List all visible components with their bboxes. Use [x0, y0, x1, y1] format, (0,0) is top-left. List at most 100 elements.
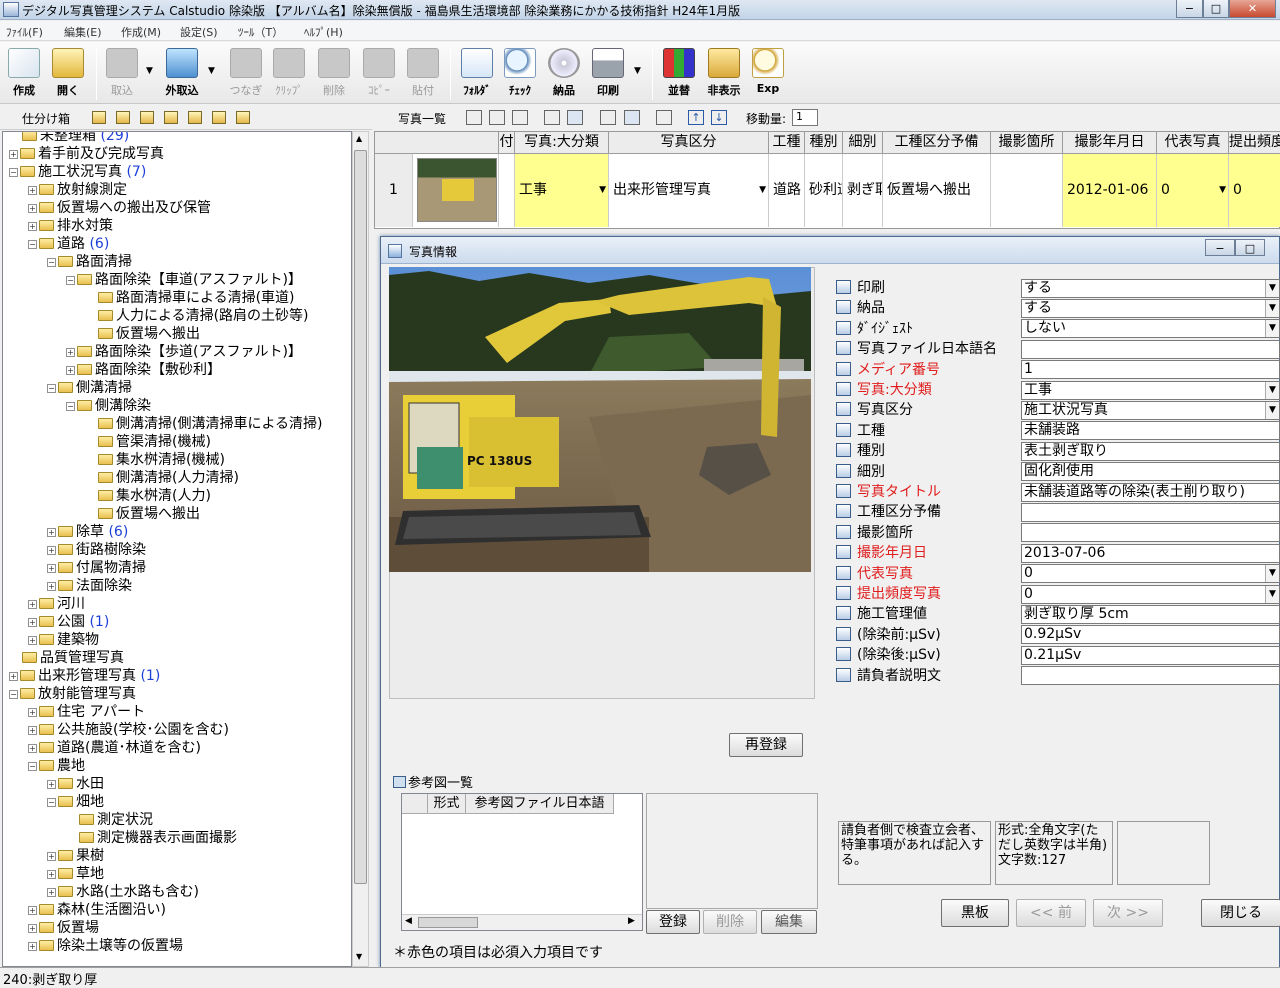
expand-icon[interactable]: +: [66, 366, 75, 375]
row-sub[interactable]: 剥ぎ取: [843, 154, 883, 227]
folder-up-icon[interactable]: [164, 111, 178, 124]
collapse-icon[interactable]: −: [28, 240, 37, 249]
tree-node[interactable]: + 水路(土水路も含む): [47, 883, 199, 901]
tree-node[interactable]: + 路面除染【敷砂利】: [66, 361, 221, 379]
expand-icon[interactable]: +: [47, 564, 56, 573]
tree-node[interactable]: + 草地: [47, 865, 104, 883]
tree-node[interactable]: 側溝清掃(側溝清掃車による清掃): [85, 415, 323, 433]
tree-node[interactable]: + 付属物清掃: [47, 559, 146, 577]
open-button[interactable]: 開く: [44, 46, 92, 102]
field-select[interactable]: 0 ▼: [1021, 584, 1280, 604]
tree-node[interactable]: − 側溝清掃: [47, 379, 132, 397]
grid-header-work[interactable]: 工種: [769, 132, 805, 154]
folder-add-icon[interactable]: [140, 111, 154, 124]
field-input[interactable]: 未舗装路: [1021, 421, 1280, 441]
grid-header-freq[interactable]: 提出頻度: [1229, 132, 1280, 154]
field-input[interactable]: 0.21μSv: [1021, 645, 1280, 665]
tree-node[interactable]: − 畑地: [47, 793, 104, 811]
expand-icon[interactable]: +: [47, 852, 56, 861]
tree-node[interactable]: 品質管理写真: [9, 649, 124, 667]
ref-edit-button[interactable]: 編集: [761, 910, 817, 934]
row-work[interactable]: 道路: [769, 154, 805, 227]
expand-icon[interactable]: +: [28, 708, 37, 717]
ref-header-format[interactable]: 形式: [428, 794, 466, 814]
photo-info-icon[interactable]: [466, 110, 482, 125]
tree-node[interactable]: + 除染土壌等の仮置場: [28, 937, 183, 955]
menu-create[interactable]: 作成(M): [121, 24, 161, 40]
collapse-icon[interactable]: −: [9, 168, 18, 177]
field-select[interactable]: しない ▼: [1021, 319, 1280, 339]
chevron-down-icon[interactable]: ▼: [1265, 401, 1279, 419]
folder-globe-icon[interactable]: [236, 111, 250, 124]
print-dropdown-icon[interactable]: ▼: [634, 66, 641, 76]
tree-node[interactable]: + 仮置場: [28, 919, 99, 937]
expand-icon[interactable]: +: [66, 348, 75, 357]
grid-header-reserve[interactable]: 工種区分予備: [883, 132, 991, 154]
tree-node[interactable]: 集水桝清掃(機械): [85, 451, 225, 469]
grid-view-icon[interactable]: [567, 110, 583, 125]
sort-button[interactable]: 並替: [655, 46, 703, 102]
chevron-down-icon[interactable]: ▼: [599, 154, 606, 227]
menu-edit[interactable]: 編集(E): [64, 24, 102, 40]
ref-register-button[interactable]: 登録: [646, 910, 700, 934]
tree-node[interactable]: − 施工状況写真 (7): [9, 163, 146, 181]
minimize-button[interactable]: −: [1176, 0, 1203, 18]
tree-node[interactable]: 側溝清掃(人力清掃): [85, 469, 239, 487]
tree-node[interactable]: + 路面除染【歩道(アスファルト)】: [66, 343, 302, 361]
field-input[interactable]: [1021, 523, 1280, 543]
tree-node[interactable]: − 側溝除染: [66, 397, 151, 415]
grid-header-type[interactable]: 種別: [805, 132, 843, 154]
tree-node[interactable]: + 除草 (6): [47, 523, 128, 541]
tree-node[interactable]: 仮置場へ搬出: [85, 325, 200, 343]
row-thumbnail[interactable]: [413, 154, 499, 227]
expand-icon[interactable]: +: [47, 780, 56, 789]
tree-node[interactable]: 測定状況: [66, 811, 153, 829]
grid-header-rep[interactable]: 代表写真: [1157, 132, 1229, 154]
create-button[interactable]: 作成: [0, 46, 48, 102]
expand-icon[interactable]: +: [28, 186, 37, 195]
ref-hscrollbar[interactable]: ◀ ▶: [402, 914, 642, 930]
field-input[interactable]: 剥ぎ取り厚 5cm: [1021, 604, 1280, 624]
field-select[interactable]: 施工状況写真 ▼: [1021, 400, 1280, 420]
tree-node[interactable]: 集水桝清(人力): [85, 487, 211, 505]
field-select[interactable]: 工事 ▼: [1021, 380, 1280, 400]
folder-button[interactable]: ﾌｫﾙﾀﾞ: [453, 46, 501, 102]
tree-node[interactable]: + 果樹: [47, 847, 104, 865]
expand-icon[interactable]: +: [28, 600, 37, 609]
hide-button[interactable]: 非表示: [700, 46, 748, 102]
dialog-close-button[interactable]: 閉じる: [1201, 899, 1280, 927]
reregister-button[interactable]: 再登録: [729, 733, 803, 757]
field-input[interactable]: 未舗装道路等の除染(表土削り取り): [1021, 482, 1280, 502]
menu-settings[interactable]: 設定(S): [180, 24, 218, 40]
tree-node[interactable]: + 河川: [28, 595, 85, 613]
tree-node[interactable]: − 道路 (6): [28, 235, 109, 253]
table-icon[interactable]: [656, 110, 672, 125]
field-input[interactable]: 表土剥ぎ取り: [1021, 441, 1280, 461]
collapse-icon[interactable]: −: [66, 276, 75, 285]
tree-node[interactable]: − 放射能管理写真: [9, 685, 136, 703]
expand-icon[interactable]: +: [28, 744, 37, 753]
external-import-dropdown-icon[interactable]: ▼: [208, 66, 215, 76]
chevron-down-icon[interactable]: ▼: [1219, 154, 1226, 227]
tree-node[interactable]: + 街路樹除染: [47, 541, 146, 559]
delete-button[interactable]: 削除: [310, 46, 358, 102]
field-input[interactable]: 2013-07-06: [1021, 543, 1280, 563]
tree-node[interactable]: 未整理箱 (29): [9, 132, 129, 145]
tree-node[interactable]: − 路面除染【車道(アスファルト)】: [66, 271, 302, 289]
export-button[interactable]: Exp: [744, 46, 792, 102]
close-window-button[interactable]: ✕: [1229, 0, 1276, 18]
expand-icon[interactable]: +: [9, 672, 18, 681]
scroll-right-icon[interactable]: ▶: [628, 916, 635, 926]
row-freq[interactable]: 0: [1229, 154, 1280, 227]
next-button[interactable]: 次 >>: [1093, 899, 1163, 927]
row-type[interactable]: 砂利道: [805, 154, 843, 227]
photo-edit-icon[interactable]: [489, 110, 505, 125]
collapse-icon[interactable]: −: [47, 798, 56, 807]
tree-scrollbar[interactable]: ▲ ▼: [352, 131, 369, 967]
import-button[interactable]: 取込: [98, 46, 146, 102]
chevron-down-icon[interactable]: ▼: [1265, 381, 1279, 399]
tree-node[interactable]: + 法面除染: [47, 577, 132, 595]
tree-node[interactable]: 仮置場へ搬出: [85, 505, 200, 523]
expand-icon[interactable]: +: [47, 546, 56, 555]
check-button[interactable]: ﾁｪｯｸ: [496, 46, 544, 102]
